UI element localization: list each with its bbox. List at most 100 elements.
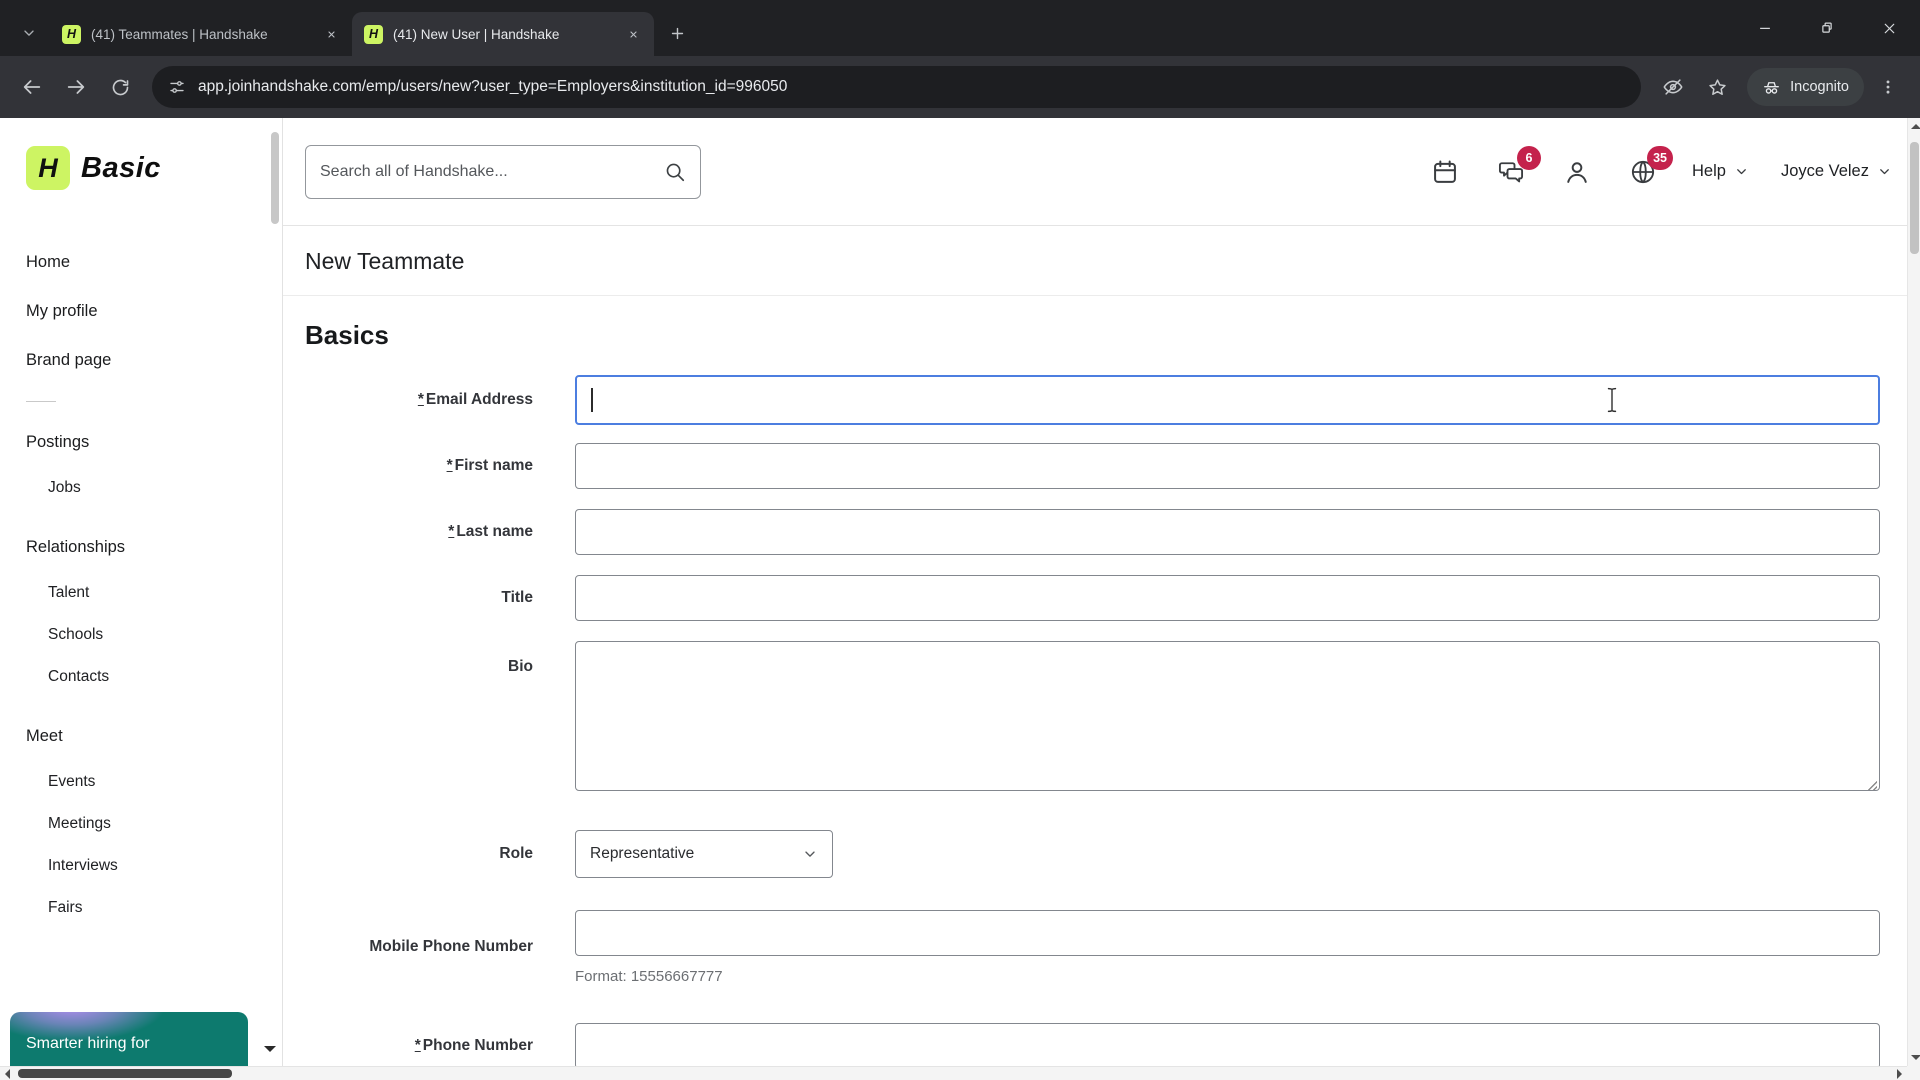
section-title: Basics [305,320,389,350]
vertical-scrollbar-thumb[interactable] [1910,142,1919,254]
sidebar-scrollbar-thumb[interactable] [271,132,279,224]
title-input[interactable] [575,575,1880,621]
email-input[interactable] [575,375,1880,425]
incognito-label: Incognito [1790,79,1849,95]
sidebar-item-fairs[interactable]: Fairs [26,887,282,929]
messages-icon[interactable]: 6 [1494,145,1541,189]
messages-badge: 6 [1517,145,1541,170]
tab-close-icon[interactable] [624,25,642,43]
tab-search-button[interactable] [14,18,44,48]
last-name-input[interactable] [575,509,1880,555]
tab-strip: H (41) Teammates | Handshake H (41) New … [0,0,1920,56]
sidebar-scroll-down-arrow-icon[interactable] [264,1046,276,1058]
scroll-up-arrow-icon[interactable] [1911,124,1920,129]
bio-label: Bio [508,658,533,675]
plus-icon [669,25,686,42]
search-input[interactable] [320,162,654,181]
tab-close-icon[interactable] [322,25,340,43]
horizontal-scrollbar-thumb[interactable] [18,1069,232,1078]
form-row-email: * Email Address [305,375,1920,425]
sidebar-item-interviews[interactable]: Interviews [26,845,282,887]
site-info-icon[interactable] [168,78,186,96]
close-icon [1881,20,1898,37]
form-row-mobile-phone: Mobile Phone Number Format: 15556667777 [305,910,1920,985]
sidebar-item-meetings[interactable]: Meetings [26,803,282,845]
tab-teammates[interactable]: H (41) Teammates | Handshake [50,12,352,56]
chevron-down-icon [802,846,818,862]
title-label: Title [501,588,533,606]
calendar-icon[interactable] [1428,155,1462,189]
required-marker: * [446,456,453,474]
bio-textarea[interactable] [575,641,1880,791]
sidebar-item-home[interactable]: Home [26,238,282,287]
sidebar-item-brand-page[interactable]: Brand page [26,336,282,385]
required-marker: * [417,390,424,408]
handshake-favicon-icon: H [364,24,383,44]
reload-button[interactable] [100,67,140,107]
chevron-down-icon [1734,164,1749,179]
notifications-globe-icon[interactable]: 35 [1626,145,1673,189]
last-name-label: * Last name [448,522,533,540]
phone-label: * Phone Number [414,1036,533,1054]
page-horizontal-scrollbar[interactable] [0,1066,1907,1080]
forward-button[interactable] [56,67,96,107]
bookmark-star-icon[interactable] [1697,67,1737,107]
page-vertical-scrollbar[interactable] [1907,118,1920,1066]
new-tab-button[interactable] [662,18,692,48]
tab-new-user[interactable]: H (41) New User | Handshake [352,12,654,56]
address-bar[interactable]: app.joinhandshake.com/emp/users/new?user… [152,66,1642,108]
form-row-first-name: * First name [305,443,1920,489]
role-label: Role [499,844,533,862]
forward-arrow-icon [65,76,87,98]
page-body: New Teammate Basics * Email Address * Firs… [283,226,1920,1080]
preview-eye-off-icon[interactable] [1653,67,1693,107]
form-row-title: Title [305,575,1920,621]
scroll-down-arrow-icon[interactable] [1911,1055,1920,1060]
text-caret [591,388,593,412]
search-icon [664,161,686,183]
close-button[interactable] [1858,0,1920,56]
back-button[interactable] [12,67,52,107]
mobile-phone-input[interactable] [575,910,1880,956]
notifications-badge: 35 [1647,145,1673,170]
user-menu[interactable]: Joyce Velez [1781,162,1892,181]
minimize-button[interactable] [1734,0,1796,56]
sidebar-item-talent[interactable]: Talent [26,572,282,614]
divider [283,295,1920,296]
plan-name: Basic [81,151,161,184]
help-menu[interactable]: Help [1692,162,1749,181]
sidebar-item-my-profile[interactable]: My profile [26,287,282,336]
sidebar-item-jobs[interactable]: Jobs [26,467,282,509]
sidebar-item-postings[interactable]: Postings [26,418,282,467]
first-name-input[interactable] [575,443,1880,489]
role-select[interactable]: Representative [575,830,833,878]
reload-icon [110,77,131,98]
app-window: H Basic Home My profile Brand page Posti… [0,118,1920,1080]
back-arrow-icon [21,76,43,98]
handshake-logo[interactable]: H Basic [26,146,282,190]
form-row-bio: Bio [305,641,1920,796]
scroll-right-arrow-icon[interactable] [1897,1069,1902,1079]
sidebar-item-events[interactable]: Events [26,761,282,803]
form-row-role: Role Representative [305,830,1920,878]
sidebar-item-relationships[interactable]: Relationships [26,523,282,572]
phone-input[interactable] [575,1023,1880,1069]
url-text: app.joinhandshake.com/emp/users/new?user… [198,78,788,95]
user-name: Joyce Velez [1780,162,1869,180]
tab-title: (41) Teammates | Handshake [91,26,268,42]
page-title: New Teammate [305,248,465,274]
first-name-label: * First name [446,456,533,474]
scroll-left-arrow-icon[interactable] [5,1069,10,1079]
mobile-phone-format-hint: Format: 15556667777 [575,968,723,985]
app-header: 6 35 Help Joyce Velez [283,118,1920,226]
role-selected-value: Representative [590,845,695,862]
profile-icon[interactable] [1560,155,1594,189]
global-search[interactable] [305,144,701,199]
tab-title: (41) New User | Handshake [393,26,560,42]
scrollbar-corner [1907,1066,1920,1080]
sidebar-item-meet[interactable]: Meet [26,712,282,761]
sidebar-item-schools[interactable]: Schools [26,614,282,656]
maximize-button[interactable] [1796,0,1858,56]
sidebar-item-contacts[interactable]: Contacts [26,656,282,698]
browser-menu-kebab-icon[interactable] [1868,67,1908,107]
